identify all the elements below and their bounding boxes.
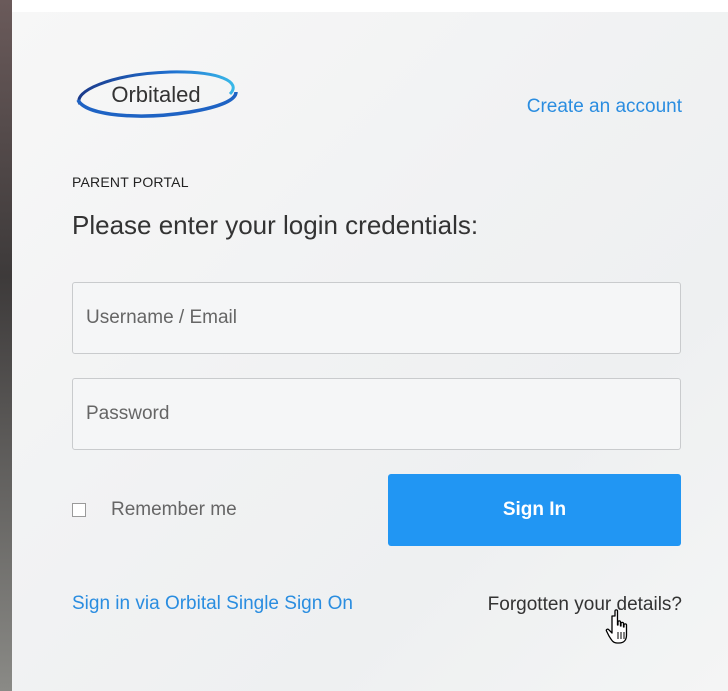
password-input[interactable] [72, 378, 681, 450]
remember-me-checkbox[interactable] [72, 503, 86, 517]
login-window: Orbitaled Create an account PARENT PORTA… [0, 0, 728, 691]
create-account-link[interactable]: Create an account [527, 96, 682, 118]
left-edge-background [0, 0, 12, 691]
sign-in-button[interactable]: Sign In [388, 474, 681, 546]
portal-label: PARENT PORTAL [72, 174, 189, 190]
remember-me-toggle[interactable]: Remember me [72, 499, 237, 521]
logo-text: Orbitaled [111, 82, 200, 107]
forgot-details-link[interactable]: Forgotten your details? [488, 594, 682, 616]
sso-sign-in-link[interactable]: Sign in via Orbital Single Sign On [72, 594, 362, 614]
username-input[interactable] [72, 282, 681, 354]
page-title: Please enter your login credentials: [72, 210, 479, 240]
hand-pointer-icon [605, 609, 628, 644]
top-strip [0, 0, 728, 12]
orbitaled-logo: Orbitaled [76, 70, 238, 118]
remember-me-label: Remember me [111, 499, 237, 520]
